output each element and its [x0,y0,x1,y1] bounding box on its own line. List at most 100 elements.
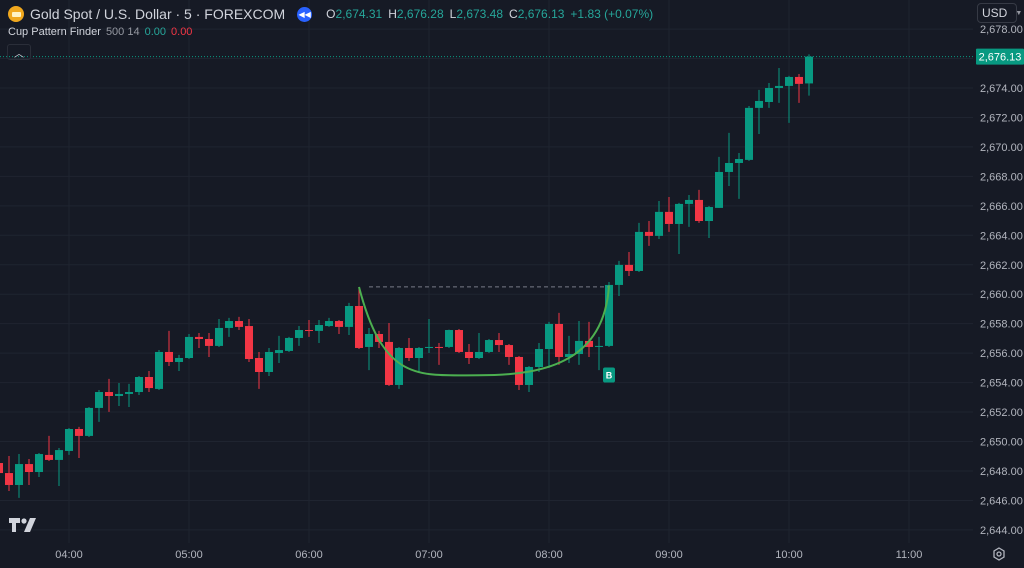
candle [135,375,143,395]
candle [25,459,33,485]
candle-body [305,330,313,332]
currency-label: USD [982,6,1008,20]
candle [275,335,283,364]
time-axis[interactable]: 04:00 05:00 06:00 07:00 08:00 09:00 10:00 11:00 [0,543,1024,568]
price-chart[interactable]: B 2,644.00 2,646.00 2,648.00 2,650.00 2,652.… [0,0,1024,568]
candle [255,351,263,389]
close-label: C [509,7,518,21]
candle [5,455,13,492]
close-value: 2,676.13 [517,7,565,21]
candle-body [535,349,543,367]
indicator-value-1: 0.00 [144,26,167,38]
candle [585,321,593,357]
candle-body [65,428,73,451]
candle [235,316,243,331]
candle-body [505,345,513,357]
tradingview-logo[interactable] [9,518,37,532]
candle [525,365,533,393]
candle [615,260,623,296]
candle [695,189,703,223]
candle [485,338,493,353]
collapse-legend-button[interactable]: ︿ [7,44,31,60]
ohlc-values: O2,674.31 H2,676.28 L2,673.48 C2,676.13 … [326,7,653,21]
price-tick-label: 2,644.00 [980,525,1023,537]
candle-body [85,407,93,436]
price-tick-label: 2,668.00 [980,171,1023,183]
candle [215,318,223,347]
candle-body [545,323,553,350]
candle [575,321,583,365]
candle [285,336,293,352]
symbol-title[interactable]: Gold Spot / U.S. Dollar · 5 · FOREXCOM [30,6,285,22]
price-tick-label: 2,662.00 [980,260,1023,272]
candle-body [775,85,783,88]
candle [475,332,483,360]
candle [645,221,653,246]
candle-body [465,351,473,359]
candle [65,427,73,455]
candle-body [215,327,223,346]
candle-body [515,356,523,385]
rewind-icon[interactable]: ◀◀ [297,6,313,22]
candle-body [805,56,813,84]
candle-body [315,325,323,331]
candle [225,317,233,337]
open-value: 2,674.31 [335,7,383,21]
high-label: H [388,7,397,21]
price-axis[interactable]: 2,644.00 2,646.00 2,648.00 2,650.00 2,652.00… [973,0,1024,568]
candle-body [135,377,143,393]
candle-body [455,330,463,352]
candle [625,251,633,276]
candle-body [705,207,713,222]
gear-icon[interactable] [992,547,1006,561]
candle-body [405,347,413,359]
candle-body [495,340,503,346]
indicator-value-2: 0.00 [171,26,193,38]
chevron-down-icon: ▼ [1015,9,1023,17]
gold-bars-icon [8,6,24,22]
candle [55,448,63,487]
candle [415,346,423,372]
high-value: 2,676.28 [396,7,444,21]
candle-body [55,450,63,460]
candle-body [655,211,663,236]
price-tick-label: 2,654.00 [980,378,1023,390]
indicator-legend[interactable]: Cup Pattern Finder 500 14 0.00 0.00 [8,26,192,38]
candle-body [485,340,493,352]
candle-body [425,346,433,348]
candle-body [555,323,563,357]
indicator-name[interactable]: Cup Pattern Finder [8,26,101,38]
price-tick-label: 2,652.00 [980,407,1023,419]
price-tick-label: 2,664.00 [980,230,1023,242]
candle-body [325,321,333,327]
candle [755,89,763,134]
candle-body [225,321,233,328]
grid [0,0,973,543]
price-tick-label: 2,656.00 [980,348,1023,360]
candle [655,200,663,239]
candle-body [735,158,743,163]
price-tick-label: 2,660.00 [980,289,1023,301]
currency-button[interactable]: USD ▼ [977,3,1022,23]
candle-body [45,454,53,460]
chevron-up-icon: ︿ [14,48,24,60]
candle [455,328,463,353]
time-tick-label: 07:00 [415,549,443,561]
candle-body [125,392,133,394]
candle [245,318,253,362]
candle [365,327,373,371]
candle-body [265,351,273,372]
candle-body [385,341,393,385]
candle [305,319,313,337]
candle-body [185,336,193,359]
candle [725,132,733,186]
candle [85,407,93,437]
candle [435,342,443,365]
candle-body [725,162,733,172]
candle [665,197,673,232]
candle [405,337,413,361]
buy-signal-label: B [606,371,613,381]
candle [105,378,113,412]
candle-body [715,171,723,208]
candle [715,156,723,208]
